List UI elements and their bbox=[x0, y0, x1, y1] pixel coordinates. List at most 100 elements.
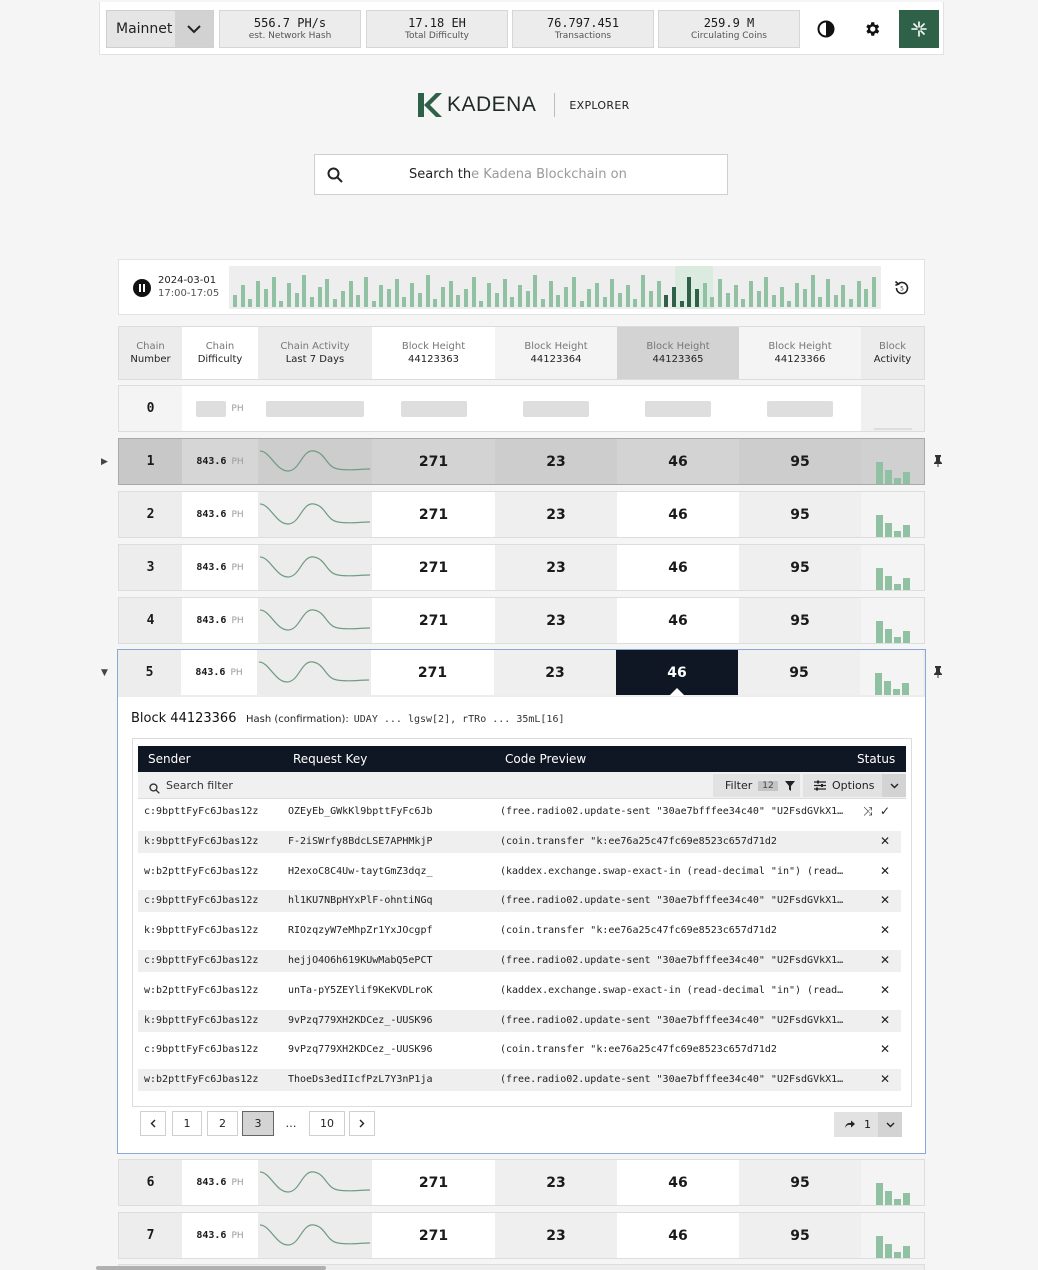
pause-icon[interactable] bbox=[133, 279, 151, 297]
block-height-cell[interactable]: 46 bbox=[617, 492, 739, 537]
close-icon[interactable]: ✕ bbox=[880, 983, 890, 997]
block-height-cell[interactable]: 46 bbox=[617, 545, 739, 590]
block-height-cell[interactable]: 23 bbox=[495, 545, 617, 590]
chevron-down-icon[interactable] bbox=[878, 1112, 902, 1137]
block-height-cell[interactable]: 23 bbox=[495, 492, 617, 537]
block-height-cell[interactable]: 95 bbox=[739, 1160, 861, 1205]
sender[interactable]: k:9bpttFyFc6Jbas12z bbox=[144, 1015, 282, 1026]
col-chain-activity[interactable]: Chain Activity Last 7 Days bbox=[258, 327, 372, 379]
request-key[interactable]: 9vPzq779XH2KDCez_-UUSK96 bbox=[288, 1015, 493, 1026]
transaction-row[interactable]: w:b2pttFyFc6Jbas12z unTa-pY5ZEYlif9KeKVDL… bbox=[138, 980, 901, 1002]
block-height-cell[interactable]: 271 bbox=[372, 545, 495, 590]
block-height-cell[interactable]: 46 bbox=[617, 1160, 739, 1205]
page-1[interactable]: 1 bbox=[172, 1111, 202, 1136]
block-height-cell[interactable]: 95 bbox=[739, 545, 861, 590]
sender[interactable]: w:b2pttFyFc6Jbas12z bbox=[144, 866, 282, 877]
pin-icon[interactable] bbox=[933, 666, 943, 681]
block-height-cell[interactable]: 46 bbox=[617, 598, 739, 643]
settings-gear-icon[interactable] bbox=[853, 10, 891, 48]
options-button[interactable]: Options bbox=[803, 774, 906, 797]
close-icon[interactable]: ✕ bbox=[880, 864, 890, 878]
replay-icon[interactable]: 5 bbox=[890, 276, 914, 300]
transaction-row[interactable]: k:9bpttFyFc6Jbas12z F-2iSWrfy8BdcLSE7APHM… bbox=[138, 830, 901, 853]
transaction-row[interactable]: c:9bpttFyFc6Jbas12z hl1KU7NBpHYxPlF-ohnti… bbox=[138, 890, 901, 913]
collapse-caret-icon[interactable]: ▼ bbox=[101, 668, 108, 678]
search-filter-input[interactable]: Search filter bbox=[166, 779, 233, 792]
request-key[interactable]: unTa-pY5ZEYlif9KeKVDLroK bbox=[288, 985, 493, 996]
close-icon[interactable]: ✕ bbox=[880, 923, 890, 937]
col-chain-number[interactable]: Chain Number bbox=[119, 327, 182, 379]
chain-row-4[interactable]: 4 843.6 PH 271 23 46 95 bbox=[118, 597, 925, 644]
request-key[interactable]: OZEyEb_GWkKl9bpttFyFc6Jb bbox=[288, 806, 493, 817]
request-key[interactable]: hl1KU7NBpHYxPlF-ohntiNGq bbox=[288, 895, 493, 906]
sender[interactable]: k:9bpttFyFc6Jbas12z bbox=[144, 836, 282, 847]
activity-bars[interactable] bbox=[229, 266, 881, 309]
close-icon[interactable]: ✕ bbox=[880, 834, 890, 848]
chain-row-6[interactable]: 6 843.6 PH 271 23 46 95 bbox=[118, 1159, 925, 1206]
request-key[interactable]: hejjO4O6h619KUwMabQ5ePCT bbox=[288, 955, 493, 966]
sender[interactable]: c:9bpttFyFc6Jbas12z bbox=[144, 1044, 282, 1055]
chain-row-7[interactable]: 7 843.6 PH 271 23 46 95 bbox=[118, 1212, 925, 1259]
block-height-cell[interactable]: 46 bbox=[617, 1213, 739, 1258]
network-select[interactable]: Mainnet bbox=[106, 10, 214, 48]
col-chain-difficulty[interactable]: Chain Difficulty bbox=[182, 327, 258, 379]
block-height-cell[interactable]: 95 bbox=[739, 492, 861, 537]
request-key[interactable]: ThoeDs3edIIcfPzL7Y3nP1ja bbox=[288, 1074, 493, 1085]
block-height-cell[interactable]: 95 bbox=[739, 439, 861, 484]
page-3-current[interactable]: 3 bbox=[242, 1111, 274, 1136]
col-sender[interactable]: Sender bbox=[148, 752, 191, 766]
kadena-spirit-icon[interactable] bbox=[899, 10, 939, 48]
chain-row-3[interactable]: 3 843.6 PH 271 23 46 95 bbox=[118, 544, 925, 591]
col-block-activity[interactable]: Block Activity bbox=[861, 327, 924, 379]
close-icon[interactable]: ✕ bbox=[880, 953, 890, 967]
col-code-preview[interactable]: Code Preview bbox=[505, 752, 586, 766]
block-height-cell[interactable]: 95 bbox=[738, 650, 860, 695]
expand-caret-icon[interactable]: ▶ bbox=[101, 457, 108, 467]
block-height-cell[interactable]: 23 bbox=[495, 439, 617, 484]
block-height-cell[interactable]: 271 bbox=[372, 439, 495, 484]
block-height-cell[interactable]: 95 bbox=[739, 598, 861, 643]
close-icon[interactable]: ✕ bbox=[880, 1042, 890, 1056]
retry-icon[interactable]: ⤨ bbox=[863, 804, 873, 819]
col-block-height-1[interactable]: Block Height 44123363 bbox=[372, 327, 495, 379]
close-icon[interactable]: ✕ bbox=[880, 1013, 890, 1027]
page-2[interactable]: 2 bbox=[207, 1111, 238, 1136]
sender[interactable]: w:b2pttFyFc6Jbas12z bbox=[144, 985, 282, 996]
chain-row-0[interactable]: 0 PH bbox=[118, 385, 925, 432]
block-height-cell[interactable]: 271 bbox=[372, 1160, 495, 1205]
col-block-height-3[interactable]: Block Height 44123365 bbox=[617, 327, 739, 379]
search-input[interactable]: Search th e Kadena Blockchain on bbox=[314, 154, 728, 195]
transaction-row[interactable]: c:9bpttFyFc6Jbas12z OZEyEb_GWkKl9bpttFyFc… bbox=[138, 801, 901, 823]
filter-button[interactable]: Filter 12 bbox=[713, 774, 800, 797]
block-height-cell[interactable]: 46 bbox=[616, 650, 738, 696]
request-key[interactable]: F-2iSWrfy8BdcLSE7APHMkjP bbox=[288, 836, 493, 847]
block-height-cell[interactable]: 271 bbox=[372, 1213, 495, 1258]
block-height-cell[interactable]: 95 bbox=[739, 1213, 861, 1258]
request-key[interactable]: H2exoC8C4Uw-taytGmZ3dqz_ bbox=[288, 866, 493, 877]
sender[interactable]: c:9bpttFyFc6Jbas12z bbox=[144, 955, 282, 966]
page-10[interactable]: 10 bbox=[309, 1111, 345, 1136]
block-height-cell[interactable]: 271 bbox=[371, 650, 494, 695]
block-height-cell[interactable]: 23 bbox=[494, 650, 616, 695]
sender[interactable]: k:9bpttFyFc6Jbas12z bbox=[144, 925, 282, 936]
transaction-row[interactable]: c:9bpttFyFc6Jbas12z 9vPzq779XH2KDCez_-UUS… bbox=[138, 1039, 901, 1061]
sender[interactable]: c:9bpttFyFc6Jbas12z bbox=[144, 895, 282, 906]
col-block-height-2[interactable]: Block Height 44123364 bbox=[495, 327, 617, 379]
col-request-key[interactable]: Request Key bbox=[293, 752, 367, 766]
goto-page-select[interactable]: 1 bbox=[834, 1112, 902, 1137]
request-key[interactable]: RIOzqzyW7eMhpZr1YxJOcgpf bbox=[288, 925, 493, 936]
sender[interactable]: c:9bpttFyFc6Jbas12z bbox=[144, 806, 282, 817]
chain-row-1[interactable]: 1 843.6 PH 271 23 46 95 bbox=[118, 438, 925, 485]
block-height-cell[interactable]: 23 bbox=[495, 1160, 617, 1205]
block-height-cell[interactable]: 23 bbox=[495, 598, 617, 643]
block-height-cell[interactable]: 271 bbox=[372, 598, 495, 643]
block-height-cell[interactable]: 46 bbox=[617, 439, 739, 484]
theme-toggle-icon[interactable] bbox=[807, 10, 845, 48]
close-icon[interactable]: ✕ bbox=[880, 1072, 890, 1086]
sender[interactable]: w:b2pttFyFc6Jbas12z bbox=[144, 1074, 282, 1085]
transaction-row[interactable]: c:9bpttFyFc6Jbas12z hejjO4O6h619KUwMabQ5e… bbox=[138, 950, 901, 972]
pin-icon[interactable] bbox=[933, 455, 943, 470]
chain-row-5[interactable]: 5 843.6 PH 271 23 46 95 bbox=[118, 650, 925, 697]
col-status[interactable]: Status bbox=[857, 752, 895, 766]
block-height-cell[interactable]: 271 bbox=[372, 492, 495, 537]
